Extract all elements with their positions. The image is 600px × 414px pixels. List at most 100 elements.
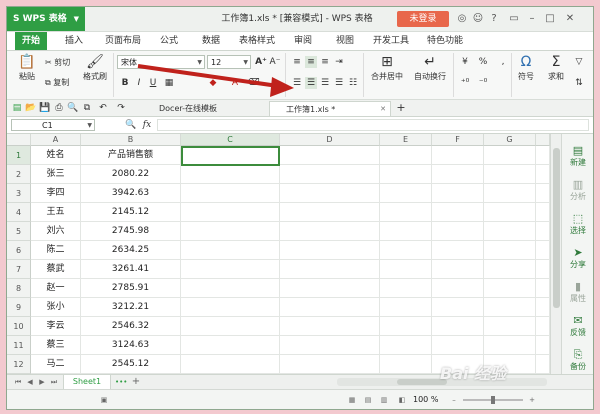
cell-empty[interactable]	[432, 146, 484, 165]
column-header-b[interactable]: B	[81, 134, 181, 146]
cell-empty[interactable]	[280, 222, 380, 241]
tab-insert[interactable]: 插入	[57, 32, 91, 50]
merge-center-button[interactable]: ⊞ 合并居中	[365, 53, 409, 82]
cell-empty[interactable]	[380, 184, 432, 203]
row-header[interactable]: 11	[7, 336, 31, 355]
column-header-f[interactable]: F	[432, 134, 484, 146]
doc-tab-workbook1[interactable]: 工作簿1.xls * ✕	[269, 101, 391, 116]
cell-empty[interactable]	[432, 279, 484, 298]
distributed-icon[interactable]: ☷	[347, 77, 359, 89]
justify-icon[interactable]: ☰	[333, 77, 345, 89]
percent-button[interactable]: %	[477, 56, 489, 68]
cell-empty[interactable]	[536, 279, 550, 298]
cell-empty[interactable]	[484, 241, 536, 260]
row-header[interactable]: 2	[7, 165, 31, 184]
help-icon[interactable]: ?	[487, 11, 501, 27]
cell-empty[interactable]	[280, 184, 380, 203]
cell-empty[interactable]	[380, 355, 432, 374]
pdf-icon[interactable]: ⧉	[81, 102, 93, 114]
normal-view-icon[interactable]: ▦	[347, 395, 357, 405]
cell-empty[interactable]	[432, 222, 484, 241]
shrink-font-icon[interactable]: A⁻	[269, 56, 281, 68]
align-bottom-icon[interactable]: ≡	[319, 56, 331, 68]
sort-icon[interactable]: ⇅	[573, 77, 585, 89]
task-analyze-button[interactable]: ▥ 分析	[562, 178, 593, 202]
cell-empty[interactable]	[181, 184, 280, 203]
cell-empty[interactable]	[432, 184, 484, 203]
print-icon[interactable]: ⎙	[53, 102, 65, 114]
cell-sales[interactable]: 2545.12	[81, 355, 181, 374]
cell-empty[interactable]	[280, 317, 380, 336]
cell-empty[interactable]	[484, 203, 536, 222]
column-header-d[interactable]: D	[280, 134, 380, 146]
row-header[interactable]: 7	[7, 260, 31, 279]
cell-name[interactable]: 张小	[31, 298, 81, 317]
row-header[interactable]: 6	[7, 241, 31, 260]
cell-empty[interactable]	[536, 355, 550, 374]
bold-icon[interactable]: B	[119, 77, 131, 89]
last-sheet-icon[interactable]: ⏭	[49, 377, 59, 387]
cell-empty[interactable]	[280, 355, 380, 374]
tab-home[interactable]: 开始	[15, 32, 47, 50]
copy-button[interactable]: ⧉ 复制	[45, 77, 69, 88]
cell-empty[interactable]	[432, 203, 484, 222]
cell-empty[interactable]	[280, 279, 380, 298]
row-header[interactable]: 1	[7, 146, 31, 165]
cell-empty[interactable]	[181, 355, 280, 374]
cell-name[interactable]: 李云	[31, 317, 81, 336]
cell-empty[interactable]	[181, 317, 280, 336]
login-button[interactable]: 未登录	[397, 11, 449, 27]
font-name-select[interactable]: 宋体 ▼	[117, 55, 205, 69]
cell-empty[interactable]	[280, 241, 380, 260]
task-feedback-button[interactable]: ✉ 反馈	[562, 314, 593, 338]
cell-empty[interactable]	[280, 260, 380, 279]
redo-icon[interactable]: ↷	[115, 102, 127, 114]
formula-input[interactable]	[157, 119, 589, 131]
cell-empty[interactable]	[536, 336, 550, 355]
cell-empty[interactable]	[181, 260, 280, 279]
cell-empty[interactable]	[280, 165, 380, 184]
cell-empty[interactable]	[484, 298, 536, 317]
cell-empty[interactable]	[484, 336, 536, 355]
cell-empty[interactable]	[181, 298, 280, 317]
cell-empty[interactable]	[484, 146, 536, 165]
cell-sales[interactable]: 2634.25	[81, 241, 181, 260]
cell-name[interactable]: 蔡武	[31, 260, 81, 279]
first-sheet-icon[interactable]: ⏮	[13, 377, 23, 387]
cell-name[interactable]: 马二	[31, 355, 81, 374]
cell-sales[interactable]: 3212.21	[81, 298, 181, 317]
tab-developer[interactable]: 开发工具	[367, 32, 415, 50]
restore-icon[interactable]: ▭	[507, 11, 521, 27]
column-header-a[interactable]: A	[31, 134, 81, 146]
format-painter-button[interactable]: 🖌 格式刷	[77, 53, 113, 82]
row-header[interactable]: 12	[7, 355, 31, 374]
open-icon[interactable]: 📂	[25, 102, 37, 114]
cell-empty[interactable]	[432, 260, 484, 279]
cell-empty[interactable]	[536, 241, 550, 260]
close-icon[interactable]: ✕	[563, 11, 577, 27]
doc-tab-docer[interactable]: Docer-在线模板	[143, 101, 267, 116]
align-right-icon[interactable]: ☰	[319, 77, 331, 89]
symbol-button[interactable]: Ω 符号	[511, 53, 541, 82]
filter-icon[interactable]: ▽	[573, 56, 585, 68]
italic-icon[interactable]: I	[133, 77, 145, 89]
cell-empty[interactable]	[380, 165, 432, 184]
cell-sales[interactable]: 3261.41	[81, 260, 181, 279]
cell-empty[interactable]	[484, 184, 536, 203]
cell-empty[interactable]	[280, 203, 380, 222]
cell-empty[interactable]	[181, 203, 280, 222]
cell-empty[interactable]	[181, 222, 280, 241]
cell-empty[interactable]	[484, 260, 536, 279]
cell-empty[interactable]	[432, 165, 484, 184]
cell-empty[interactable]	[536, 317, 550, 336]
cell-empty[interactable]	[380, 241, 432, 260]
next-sheet-icon[interactable]: ▶	[37, 377, 47, 387]
cell-name[interactable]: 陈二	[31, 241, 81, 260]
row-header[interactable]: 10	[7, 317, 31, 336]
paste-button[interactable]: 📋 粘贴	[9, 53, 45, 82]
cell-sales[interactable]: 2546.32	[81, 317, 181, 336]
cell-empty[interactable]	[181, 241, 280, 260]
sum-button[interactable]: Σ 求和	[541, 53, 571, 82]
tab-view[interactable]: 视图	[329, 32, 361, 50]
font-size-select[interactable]: 12 ▼	[207, 55, 251, 69]
